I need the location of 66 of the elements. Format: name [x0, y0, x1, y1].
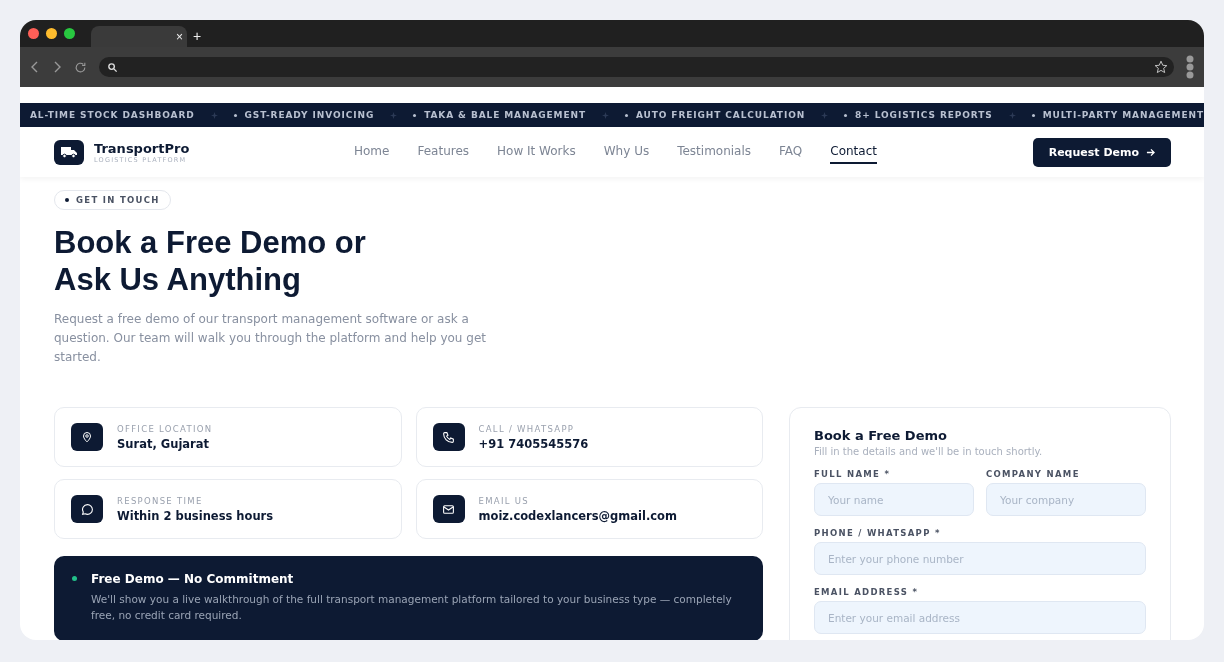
contact-label: OFFICE LOCATION — [117, 423, 213, 434]
nav-link[interactable]: Home — [354, 140, 390, 164]
chat-bubble-icon — [80, 502, 94, 516]
field-label: EMAIL ADDRESS * — [814, 587, 920, 597]
ticker-item: MULTI-PARTY MANAGEMENT — [1042, 110, 1204, 120]
arrow-right-icon — [1146, 147, 1155, 157]
new-tab-button[interactable]: + — [193, 28, 202, 47]
input-field[interactable]: Enter your phone number — [814, 542, 1146, 575]
contact-label: RESPONSE TIME — [117, 495, 204, 506]
sparkle-icon — [602, 111, 609, 119]
ticker-item: TAKA & BALE MANAGEMENT — [424, 110, 586, 120]
more-menu-icon[interactable] — [1186, 55, 1194, 79]
sparkle-icon — [210, 111, 218, 119]
bullet-icon — [844, 113, 848, 117]
field-label: PHONE / WHATSAPP * — [814, 528, 942, 538]
back-icon[interactable] — [30, 61, 40, 73]
star-icon[interactable] — [1154, 60, 1168, 74]
close-tab-button[interactable]: × — [176, 29, 183, 44]
nav-link[interactable]: Why Us — [603, 140, 650, 164]
forward-icon[interactable] — [52, 61, 62, 73]
nav-link[interactable]: How It Works — [497, 140, 576, 164]
intro-text: Request a free demo of our transport management software or ask a question. Our team will walk you through the platform and help you get started. — [54, 311, 487, 366]
window-minimize-button[interactable] — [46, 28, 57, 39]
contact-value: Surat, Gujarat — [117, 436, 211, 451]
reload-icon[interactable] — [74, 60, 87, 74]
window-close-button[interactable] — [28, 28, 39, 39]
input-field[interactable]: Your company — [986, 483, 1146, 516]
page-heading: Book a Free Demo or Ask Us Anything — [54, 224, 367, 298]
mail-icon — [442, 502, 455, 516]
field-label: FULL NAME * — [814, 469, 892, 479]
sparkle-icon — [1008, 111, 1016, 119]
status-dot-icon — [72, 576, 77, 581]
contact-value: Within 2 business hours — [117, 508, 274, 523]
phone-icon — [442, 430, 455, 444]
ticker-item: AL-TIME STOCK DASHBOARD — [30, 110, 195, 120]
brand-name: TransportPro — [94, 140, 190, 156]
sparkle-icon — [821, 111, 829, 119]
bullet-icon — [1031, 113, 1035, 117]
field-label: COMPANY NAME — [986, 469, 1081, 479]
nav-link[interactable]: Contact — [830, 140, 877, 164]
ticker-item: 8+ LOGISTICS REPORTS — [855, 110, 993, 120]
nav-link[interactable]: FAQ — [779, 140, 803, 164]
ticker-item: GST-READY INVOICING — [244, 110, 375, 120]
form-title: Book a Free Demo — [814, 428, 948, 443]
window-maximize-button[interactable] — [64, 28, 75, 39]
bullet-icon — [413, 113, 417, 117]
map-pin-icon — [81, 431, 93, 443]
bullet-icon — [624, 113, 628, 117]
search-icon — [107, 61, 118, 73]
promo-title: Free Demo — No Commitment — [91, 572, 295, 586]
nav-link[interactable]: Testimonials — [677, 140, 752, 164]
contact-label: CALL / WHATSAPP — [478, 423, 576, 434]
contact-value: moiz.codexlancers@gmail.com — [478, 508, 677, 523]
contact-label: EMAIL US — [478, 495, 530, 506]
logo-icon[interactable] — [54, 139, 84, 165]
input-field[interactable]: Your name — [814, 483, 974, 516]
browser-tab[interactable]: × — [91, 26, 187, 47]
contact-value: +91 7405545576 — [478, 436, 589, 451]
bullet-icon — [233, 113, 237, 117]
ticker-item: AUTO FREIGHT CALCULATION — [635, 110, 806, 120]
sparkle-icon — [390, 111, 398, 119]
form-subtitle: Fill in the details and we'll be in touch shortly. — [814, 446, 1044, 457]
request-demo-button[interactable]: Request Demo — [1032, 137, 1171, 167]
nav-link[interactable]: Features — [417, 140, 470, 164]
input-field[interactable]: Enter your email address — [814, 601, 1146, 634]
promo-text: We'll show you a live walkthrough of the full transport management platform tailored to your business type — completely free, no credit card required. — [91, 592, 733, 623]
